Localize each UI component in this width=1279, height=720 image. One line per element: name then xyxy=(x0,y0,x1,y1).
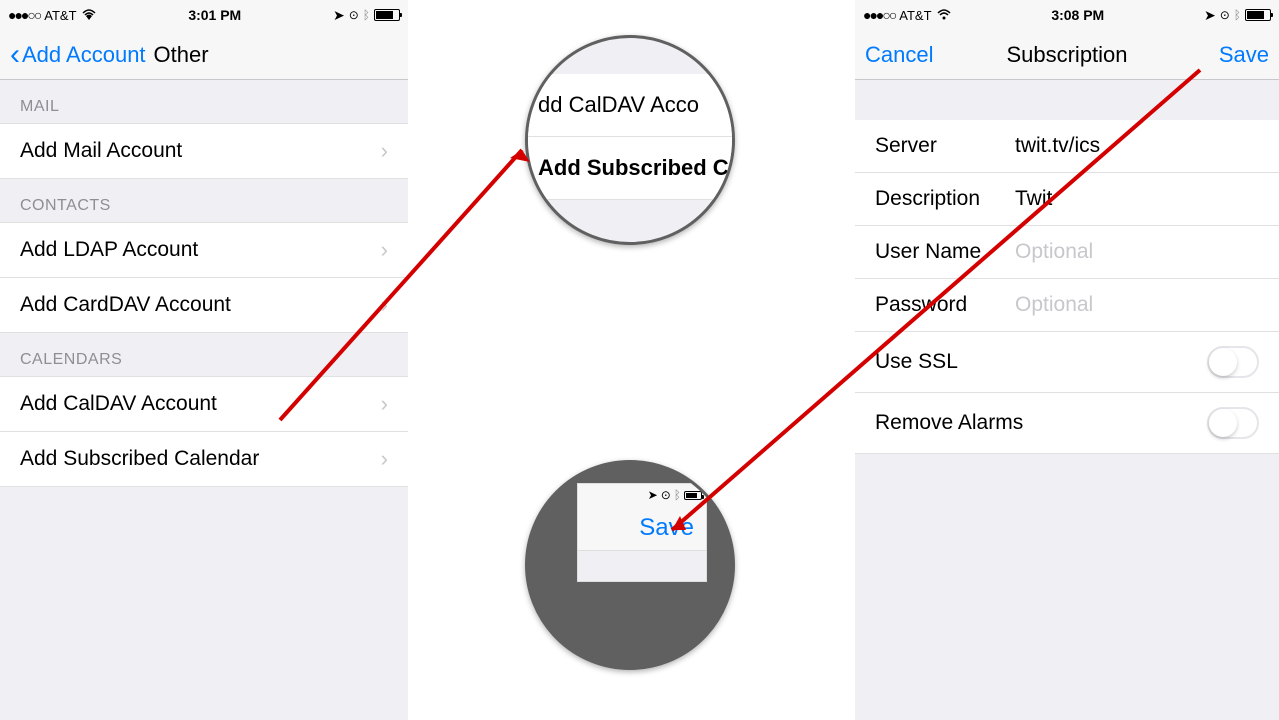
server-label: Server xyxy=(875,134,1015,158)
username-row[interactable]: User Name Optional xyxy=(855,226,1279,279)
remove-alarms-row: Remove Alarms xyxy=(855,393,1279,454)
use-ssl-label: Use SSL xyxy=(875,350,958,374)
alarm-icon: ⊙ xyxy=(1220,8,1230,22)
add-carddav-account-row[interactable]: Add CardDAV Account › xyxy=(0,277,408,333)
zoom-blank xyxy=(578,551,706,581)
section-header-contacts: CONTACTS xyxy=(0,179,408,223)
bluetooth-icon: ᛒ xyxy=(1234,8,1241,22)
description-label: Description xyxy=(875,187,1015,211)
password-placeholder[interactable]: Optional xyxy=(1015,293,1093,317)
section-header-mail: MAIL xyxy=(0,80,408,124)
chevron-right-icon: › xyxy=(381,391,388,417)
location-icon: ➤ xyxy=(648,488,658,502)
zoom-row-caldav: dd CalDAV Acco xyxy=(528,74,732,137)
add-caldav-account-row[interactable]: Add CalDAV Account › xyxy=(0,376,408,432)
back-button[interactable]: ‹ Add Account xyxy=(10,40,146,70)
carrier-label: AT&T xyxy=(44,8,76,23)
chevron-left-icon: ‹ xyxy=(10,40,20,70)
server-value[interactable]: twit.tv/ics xyxy=(1015,134,1100,158)
password-label: Password xyxy=(875,293,1015,317)
cancel-button[interactable]: Cancel xyxy=(865,42,933,68)
remove-alarms-label: Remove Alarms xyxy=(875,411,1023,435)
zoom-circle-save: ➤ ⊙ ᛒ Save xyxy=(525,460,735,670)
row-label: Add CalDAV Account xyxy=(20,392,217,416)
battery-icon xyxy=(374,9,400,21)
nav-title: Other xyxy=(154,42,209,68)
phone-left-other: ●●●○○ AT&T 3:01 PM ➤ ⊙ ᛒ ‹ Add Account O… xyxy=(0,0,408,720)
signal-dots-icon: ●●●○○ xyxy=(8,7,40,23)
use-ssl-toggle[interactable] xyxy=(1207,346,1259,378)
signal-dots-icon: ●●●○○ xyxy=(863,7,895,23)
status-time: 3:01 PM xyxy=(188,7,241,23)
row-label: Add CardDAV Account xyxy=(20,293,231,317)
status-bar: ●●●○○ AT&T 3:08 PM ➤ ⊙ ᛒ xyxy=(855,0,1279,30)
location-icon: ➤ xyxy=(1204,7,1216,24)
nav-title: Subscription xyxy=(1006,42,1127,68)
zoom-status-bar: ➤ ⊙ ᛒ xyxy=(578,484,706,506)
back-label: Add Account xyxy=(22,42,146,68)
zoom-phone-corner: ➤ ⊙ ᛒ Save xyxy=(577,483,707,582)
password-row[interactable]: Password Optional xyxy=(855,279,1279,332)
chevron-right-icon: › xyxy=(381,138,388,164)
description-row[interactable]: Description Twit xyxy=(855,173,1279,226)
chevron-right-icon: › xyxy=(381,446,388,472)
row-label: Add Mail Account xyxy=(20,139,182,163)
wifi-icon xyxy=(81,8,97,23)
alarm-icon: ⊙ xyxy=(661,488,671,502)
add-mail-account-row[interactable]: Add Mail Account › xyxy=(0,123,408,179)
zoom-row-subscribed: Add Subscribed Ca xyxy=(528,137,732,200)
bluetooth-icon: ᛒ xyxy=(363,8,370,22)
add-subscribed-calendar-row[interactable]: Add Subscribed Calendar › xyxy=(0,431,408,487)
alarm-icon: ⊙ xyxy=(349,8,359,22)
battery-icon xyxy=(1245,9,1271,21)
bluetooth-icon: ᛒ xyxy=(674,488,681,502)
carrier-label: AT&T xyxy=(899,8,931,23)
remove-alarms-toggle[interactable] xyxy=(1207,407,1259,439)
username-placeholder[interactable]: Optional xyxy=(1015,240,1093,264)
server-row[interactable]: Server twit.tv/ics xyxy=(855,120,1279,173)
status-bar: ●●●○○ AT&T 3:01 PM ➤ ⊙ ᛒ xyxy=(0,0,408,30)
username-label: User Name xyxy=(875,240,1015,264)
row-label: Add LDAP Account xyxy=(20,238,198,262)
location-icon: ➤ xyxy=(333,7,345,24)
description-value[interactable]: Twit xyxy=(1015,187,1052,211)
save-button[interactable]: Save xyxy=(1219,42,1269,68)
status-time: 3:08 PM xyxy=(1051,7,1104,23)
use-ssl-row: Use SSL xyxy=(855,332,1279,393)
zoom-circle-subscribed-calendar: dd CalDAV Acco Add Subscribed Ca xyxy=(525,35,735,245)
phone-right-subscription: ●●●○○ AT&T 3:08 PM ➤ ⊙ ᛒ Cancel Subscrip… xyxy=(855,0,1279,720)
wifi-icon xyxy=(936,8,952,23)
chevron-right-icon: › xyxy=(381,237,388,263)
battery-icon xyxy=(684,491,702,500)
row-label: Add Subscribed Calendar xyxy=(20,447,259,471)
zoom-save-button: Save xyxy=(578,506,706,551)
nav-bar: Cancel Subscription Save xyxy=(855,30,1279,80)
add-ldap-account-row[interactable]: Add LDAP Account › xyxy=(0,222,408,278)
section-header-calendars: CALENDARS xyxy=(0,333,408,377)
nav-bar: ‹ Add Account Other xyxy=(0,30,408,80)
chevron-right-icon: › xyxy=(381,292,388,318)
